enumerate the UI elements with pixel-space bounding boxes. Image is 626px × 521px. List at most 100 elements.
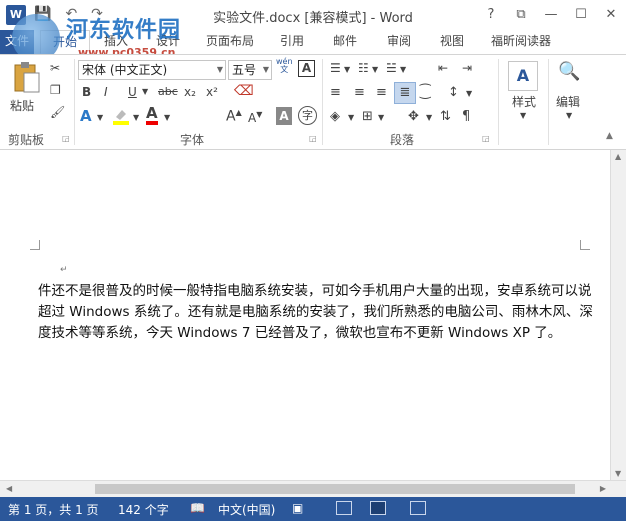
grow-font-label: A: [226, 108, 236, 125]
scroll-left-icon[interactable]: ◀: [6, 484, 12, 493]
chevron-down-icon[interactable]: ▼: [263, 61, 269, 79]
tab-insert[interactable]: 插入: [90, 30, 142, 54]
chevron-down-icon[interactable]: ▼: [520, 111, 526, 120]
align-left-icon[interactable]: ≡: [330, 85, 341, 100]
document-body-text[interactable]: 件还不是很普及的时候一般特指电脑系统安装，可如今手机用户大量的出现，安卓系统可以…: [38, 281, 598, 344]
superscript-button[interactable]: x²: [206, 85, 218, 99]
chevron-down-icon[interactable]: ▼: [142, 87, 148, 96]
subscript-button[interactable]: x₂: [184, 85, 196, 99]
font-name-value: 宋体 (中文正文): [82, 63, 168, 77]
chevron-down-icon[interactable]: ▼: [400, 65, 406, 74]
numbering-icon[interactable]: ☷: [358, 61, 369, 75]
align-right-icon[interactable]: ≡: [376, 85, 387, 100]
multilevel-list-icon[interactable]: ☱: [386, 61, 397, 75]
tab-page-layout[interactable]: 页面布局: [194, 30, 266, 54]
line-spacing-icon[interactable]: ↕: [448, 85, 459, 100]
strikethrough-button[interactable]: abc: [158, 85, 178, 98]
chinese-layout-icon[interactable]: ✥: [408, 109, 419, 124]
editing-button[interactable]: 编辑: [556, 93, 580, 110]
binoculars-icon[interactable]: 🔍: [558, 61, 580, 82]
tab-view[interactable]: 视图: [426, 30, 478, 54]
maximize-button[interactable]: ☐: [566, 0, 596, 30]
horizontal-scrollbar[interactable]: ◀ ▶: [0, 480, 626, 497]
chevron-down-icon[interactable]: ▼: [133, 113, 139, 122]
chevron-down-icon[interactable]: ▼: [372, 65, 378, 74]
macro-recording-icon[interactable]: ▣: [292, 501, 303, 515]
italic-button[interactable]: I: [104, 85, 108, 99]
tab-references[interactable]: 引用: [266, 30, 318, 54]
page-count[interactable]: 第 1 页，共 1 页: [8, 501, 99, 518]
borders-icon[interactable]: ⊞: [362, 109, 373, 124]
chevron-down-icon[interactable]: ▼: [217, 61, 223, 79]
phonetic-guide-button[interactable]: wén 文: [276, 58, 293, 74]
tab-design[interactable]: 设计: [142, 30, 194, 54]
font-dialog-launcher[interactable]: ◲: [309, 134, 317, 143]
copy-icon[interactable]: ❐: [50, 83, 61, 97]
styles-icon[interactable]: A: [508, 61, 538, 91]
tab-review[interactable]: 审阅: [372, 30, 426, 54]
scroll-up-icon[interactable]: ▲: [615, 152, 621, 161]
cut-icon[interactable]: ✂: [50, 61, 60, 75]
distributed-align-icon[interactable]: ⁐: [420, 85, 430, 100]
align-center-icon[interactable]: ≡: [354, 85, 365, 100]
chevron-down-icon[interactable]: ▼: [466, 89, 472, 98]
chevron-down-icon[interactable]: ▼: [97, 113, 103, 122]
bullets-icon[interactable]: ☰: [330, 61, 341, 75]
proofing-icon[interactable]: 📖: [190, 501, 205, 515]
paragraph-dialog-launcher[interactable]: ◲: [482, 134, 490, 143]
scroll-right-icon[interactable]: ▶: [600, 484, 606, 493]
web-layout-icon[interactable]: [410, 501, 426, 515]
vertical-scrollbar[interactable]: ▲ ▼: [610, 150, 626, 480]
help-button[interactable]: ?: [476, 0, 506, 30]
chevron-down-icon[interactable]: ▼: [378, 113, 384, 122]
text-effects-button[interactable]: A: [80, 107, 92, 125]
phonetic-guide-label: wén: [276, 57, 293, 66]
font-color-button[interactable]: A: [146, 105, 158, 125]
format-painter-icon[interactable]: 🖌: [50, 105, 65, 119]
read-mode-icon[interactable]: [336, 501, 352, 515]
chevron-down-icon[interactable]: ▼: [566, 111, 572, 120]
decrease-indent-icon[interactable]: ⇤: [438, 61, 448, 75]
highlight-color-icon[interactable]: [112, 107, 130, 125]
close-button[interactable]: ✕: [596, 0, 626, 30]
character-border-button[interactable]: A: [298, 60, 315, 77]
justify-icon[interactable]: ≣: [394, 82, 416, 104]
grow-font-button[interactable]: A▲: [226, 108, 242, 125]
shrink-font-button[interactable]: A▼: [248, 110, 262, 125]
sort-icon[interactable]: ⇅: [440, 109, 451, 124]
tab-mailings[interactable]: 邮件: [318, 30, 372, 54]
bold-button[interactable]: B: [82, 85, 91, 99]
chevron-down-icon[interactable]: ▼: [348, 113, 354, 122]
font-group-label: 字体: [180, 133, 205, 147]
paragraph-group-label: 段落: [390, 133, 415, 147]
clipboard-dialog-launcher[interactable]: ◲: [62, 134, 70, 143]
character-shading-button[interactable]: A: [276, 107, 292, 125]
enclose-characters-button[interactable]: 字: [298, 106, 317, 125]
chevron-down-icon[interactable]: ▼: [426, 113, 432, 122]
chevron-down-icon[interactable]: ▼: [344, 65, 350, 74]
paste-icon[interactable]: [8, 61, 46, 97]
tab-foxit-reader[interactable]: 福昕阅读器: [478, 30, 564, 54]
ribbon-tabs: 文件 开始 插入 设计 页面布局 引用 邮件 审阅 视图 福昕阅读器: [0, 30, 626, 54]
horizontal-scroll-thumb[interactable]: [95, 484, 575, 494]
status-bar: 第 1 页，共 1 页 142 个字 📖 中文(中国) ▣: [0, 497, 626, 521]
language-status[interactable]: 中文(中国): [218, 501, 275, 518]
styles-button[interactable]: 样式: [512, 93, 536, 110]
collapse-ribbon-icon[interactable]: ▲: [606, 131, 613, 141]
word-count[interactable]: 142 个字: [118, 501, 169, 518]
ribbon-display-options-button[interactable]: ⧉: [506, 0, 536, 30]
shading-icon[interactable]: ◈: [330, 109, 340, 124]
increase-indent-icon[interactable]: ⇥: [462, 61, 472, 75]
underline-button[interactable]: U: [128, 85, 137, 99]
tab-file[interactable]: 文件: [0, 30, 34, 54]
font-size-combo[interactable]: 五号 ▼: [228, 60, 272, 80]
show-formatting-marks-icon[interactable]: ¶: [462, 109, 470, 124]
scroll-down-icon[interactable]: ▼: [615, 469, 621, 478]
print-layout-icon[interactable]: [370, 501, 386, 515]
minimize-button[interactable]: —: [536, 0, 566, 30]
paste-button[interactable]: 粘贴: [10, 97, 34, 114]
clear-formatting-icon[interactable]: ⌫: [234, 83, 254, 99]
chevron-down-icon[interactable]: ▼: [164, 113, 170, 122]
tab-home[interactable]: 开始: [40, 30, 90, 54]
font-name-combo[interactable]: 宋体 (中文正文) ▼: [78, 60, 226, 80]
